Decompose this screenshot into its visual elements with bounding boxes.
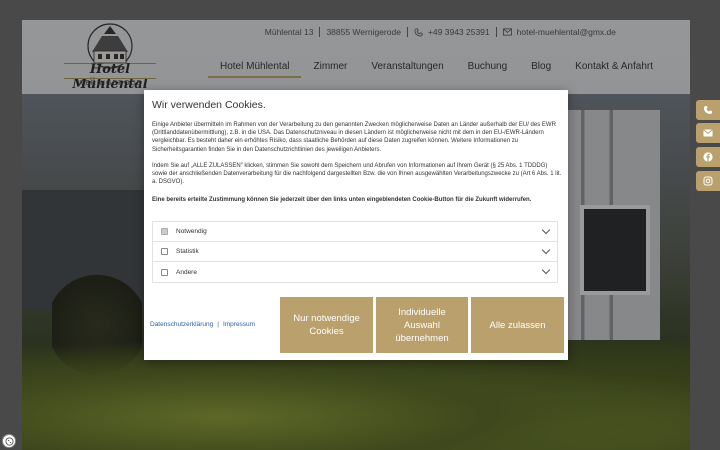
option-label: Notwendig — [176, 228, 207, 235]
cookie-text-consent: Indem Sie auf „ALLE ZULASSEN“ klicken, s… — [152, 163, 562, 186]
cookie-settings-button[interactable] — [2, 434, 16, 448]
statistics-checkbox[interactable] — [161, 248, 168, 255]
cookie-text-transfer: Einige Anbieter übermitteln im Rahmen vo… — [152, 122, 556, 153]
chevron-down-icon[interactable] — [541, 225, 551, 235]
cookie-text-revoke: Eine bereits erteilte Zustimmung können … — [152, 197, 532, 203]
save-selection-button[interactable]: Individuelle Auswahl übernehmen — [376, 297, 468, 353]
privacy-link[interactable]: Datenschutzerklärung — [150, 321, 213, 328]
phone-icon — [704, 106, 712, 114]
option-label: Andere — [176, 268, 197, 276]
necessary-checkbox — [161, 228, 168, 235]
side-phone-button[interactable] — [696, 100, 720, 120]
cookie-icon — [4, 436, 14, 446]
side-instagram-button[interactable] — [696, 171, 720, 191]
chevron-down-icon[interactable] — [541, 245, 551, 255]
cookie-consent-dialog: Wir verwenden Cookies. Einige Anbieter ü… — [144, 90, 568, 360]
side-facebook-button[interactable] — [696, 147, 720, 167]
side-email-button[interactable] — [696, 123, 720, 143]
legal-links: Datenschutzerklärung | Impressum — [150, 321, 255, 328]
cookie-option-necessary[interactable]: Notwendig — [153, 222, 557, 242]
chevron-down-icon[interactable] — [541, 265, 551, 275]
cookie-option-other[interactable]: Andere — [153, 262, 557, 282]
other-checkbox[interactable] — [161, 268, 168, 276]
email-icon — [703, 129, 713, 137]
instagram-icon — [703, 176, 713, 186]
accept-all-button[interactable]: Alle zulassen — [471, 297, 564, 353]
facebook-icon — [703, 152, 713, 162]
cookie-options-list: Notwendig Statistik Andere — [152, 221, 558, 283]
link-separator: | — [217, 321, 219, 328]
cookie-option-statistics[interactable]: Statistik — [153, 242, 557, 262]
imprint-link[interactable]: Impressum — [223, 321, 255, 328]
option-label: Statistik — [176, 248, 199, 255]
necessary-only-button[interactable]: Nur notwendige Cookies — [280, 297, 373, 353]
cookie-dialog-title: Wir verwenden Cookies. — [152, 99, 266, 111]
